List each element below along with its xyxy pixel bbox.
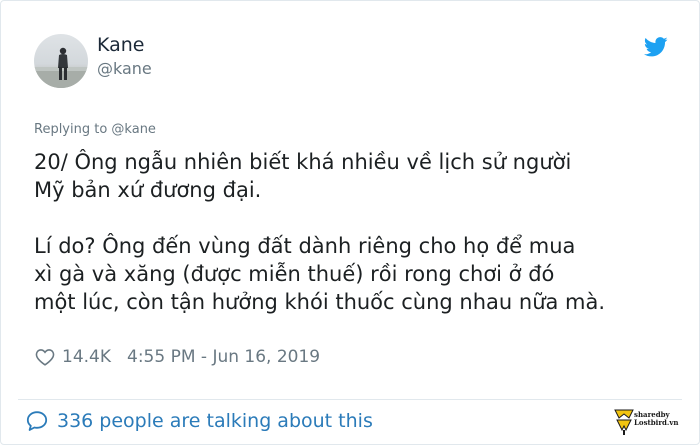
watermark-logo: sharedby Lostbird.vn	[613, 406, 679, 440]
watermark-text: sharedby Lostbird.vn	[634, 411, 679, 427]
like-count[interactable]: 14.4K	[62, 347, 111, 367]
author-name[interactable]: Kane	[97, 34, 145, 56]
conversation-label: 336 people are talking about this	[57, 410, 373, 432]
bird-logo-icon	[614, 409, 634, 435]
embedded-tweet: Kane @kane Replying to @kane 20/ Ông ngẫ…	[0, 0, 700, 445]
replying-to-label[interactable]: Replying to @kane	[34, 121, 156, 139]
avatar[interactable]	[34, 34, 88, 88]
watermark-line-2: Lostbird.vn	[634, 418, 679, 427]
heart-icon[interactable]	[34, 346, 56, 368]
tweet-paragraph-1: 20/ Ông ngẫu nhiên biết khá nhiều về lịc…	[34, 150, 572, 202]
speech-bubble-icon	[26, 411, 48, 431]
tweet-body: 20/ Ông ngẫu nhiên biết khá nhiều về lịc…	[34, 148, 694, 316]
twitter-bird-icon[interactable]	[644, 37, 668, 57]
timestamp[interactable]: 4:55 PM - Jun 16, 2019	[127, 347, 320, 367]
avatar-photo	[34, 47, 88, 88]
conversation-link[interactable]: 336 people are talking about this	[25, 408, 373, 434]
author-handle[interactable]: @kane	[97, 59, 152, 79]
tweet-paragraph-2: Lí do? Ông đến vùng đất dành riêng cho h…	[34, 234, 606, 314]
divider	[18, 399, 682, 400]
tweet-meta: 14.4K 4:55 PM - Jun 16, 2019	[34, 345, 320, 369]
